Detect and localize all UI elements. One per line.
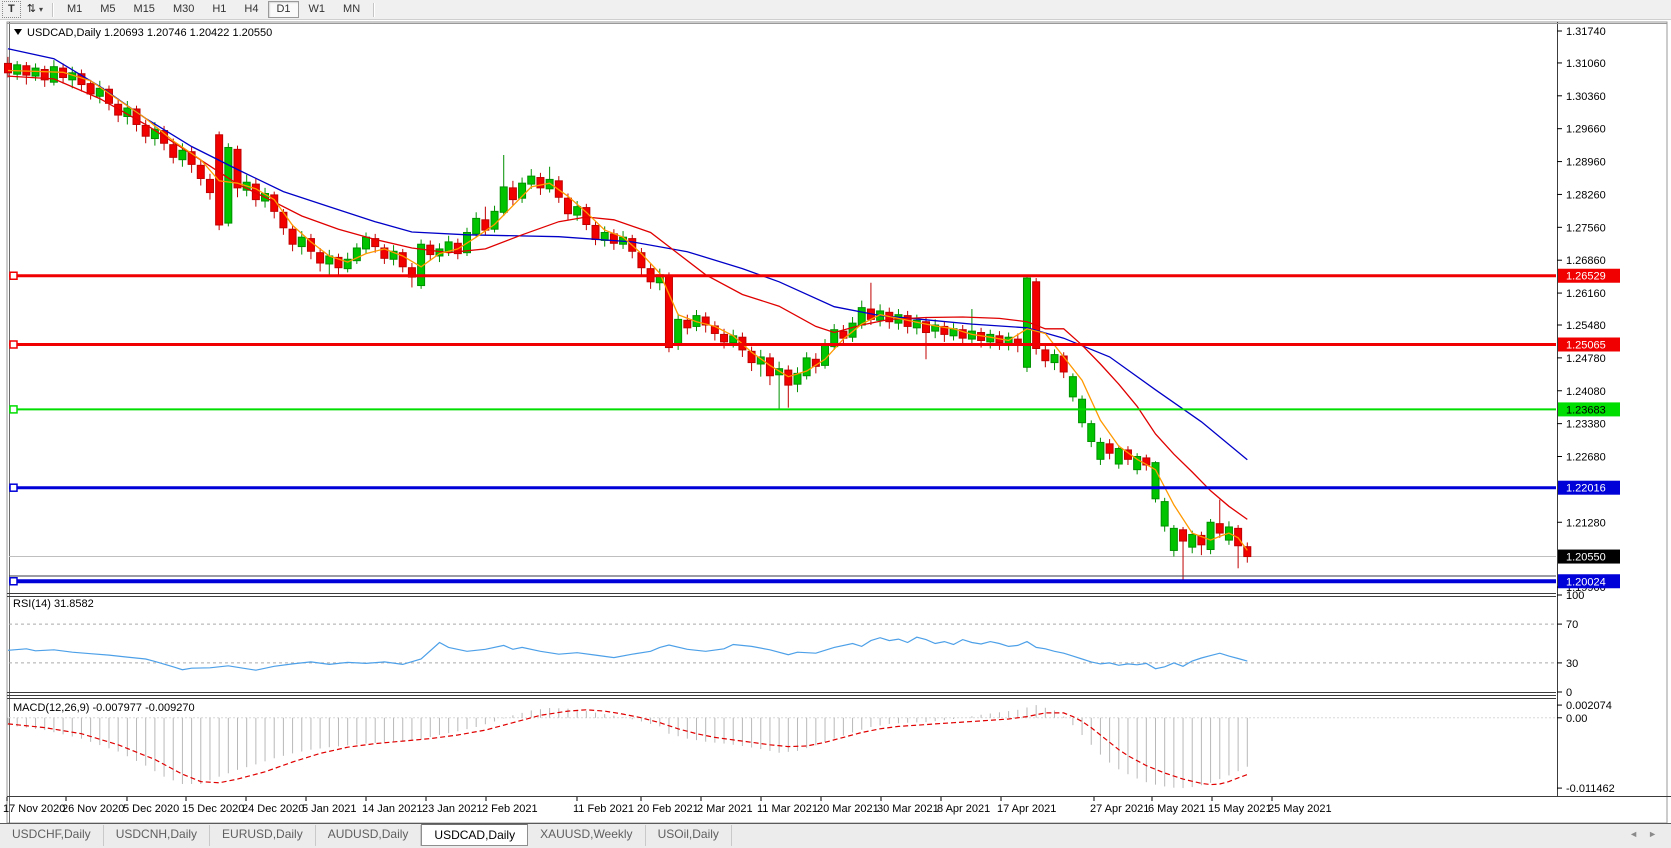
macd-label: MACD(12,26,9) -0.007977 -0.009270 (13, 702, 195, 714)
tabs-scroll-right-icon[interactable]: ► (1648, 829, 1667, 839)
date-tick: 11 Mar 2021 (757, 803, 818, 815)
date-tick: 26 Nov 2020 (62, 803, 124, 815)
price-tick: 1.28960 (1566, 157, 1606, 169)
date-tick: 2 Feb 2021 (482, 803, 538, 815)
text-tool-button[interactable]: T (2, 1, 21, 18)
price-tick: 1.23380 (1566, 419, 1606, 431)
tabs-scroll-left-icon[interactable]: ◄ (1629, 829, 1648, 839)
price-label: 1.22016 (1566, 483, 1606, 495)
date-tick: 17 Apr 2021 (997, 803, 1056, 815)
price-tick: 1.26860 (1566, 255, 1606, 267)
price-label: 1.25065 (1566, 339, 1606, 351)
arrange-charts-button[interactable]: ⇅ ▾ (23, 1, 47, 18)
price-tick: 1.22680 (1566, 452, 1606, 464)
top-toolbar: T ⇅ ▾ M1 M5 M15 M30 H1 H4 D1 W1 MN (0, 0, 1671, 20)
tab-usdcad-daily[interactable]: USDCAD,Daily (421, 824, 529, 846)
timeframe-button-m1[interactable]: M1 (59, 1, 90, 18)
toolbar-separator (51, 2, 54, 17)
date-tick: 6 May 2021 (1148, 803, 1205, 815)
price-tick: 1.29660 (1566, 124, 1606, 136)
price-label: 1.20024 (1566, 576, 1606, 588)
price-tick: 1.26160 (1566, 288, 1606, 300)
chart-ohlc-title: USDCAD,Daily 1.20693 1.20746 1.20422 1.2… (27, 27, 272, 39)
date-tick: 30 Mar 2021 (877, 803, 939, 815)
timeframe-button-w1[interactable]: W1 (301, 1, 334, 18)
date-tick: 5 Jan 2021 (302, 803, 356, 815)
date-tick: 24 Dec 2020 (242, 803, 304, 815)
price-tick: 1.25480 (1566, 320, 1606, 332)
date-tick: 8 Apr 2021 (937, 803, 990, 815)
price-tick: 1.31740 (1566, 26, 1606, 38)
tab-usoil-daily[interactable]: USOil,Daily (646, 825, 732, 846)
price-tick: 1.21280 (1566, 517, 1606, 529)
rsi-label: RSI(14) 31.8582 (13, 598, 94, 610)
date-tick: 14 Jan 2021 (362, 803, 423, 815)
tab-xauusd-weekly[interactable]: XAUUSD,Weekly (528, 825, 646, 846)
tab-usdcnh-daily[interactable]: USDCNH,Daily (104, 825, 211, 846)
date-tick: 23 Jan 2021 (422, 803, 483, 815)
timeframe-button-m30[interactable]: M30 (165, 1, 202, 18)
price-tick: 1.24780 (1566, 353, 1606, 365)
toolbar-separator (373, 2, 376, 17)
macd-tick: -0.011462 (1566, 783, 1615, 795)
rsi-tick: 0 (1566, 687, 1572, 699)
timeframe-button-d1[interactable]: D1 (268, 1, 299, 18)
date-tick: 20 Mar 2021 (817, 803, 879, 815)
chart-frame (6, 21, 1668, 823)
timeframe-button-h1[interactable]: H1 (204, 1, 234, 18)
price-label: 1.20550 (1566, 552, 1606, 564)
date-tick: 27 Apr 2021 (1090, 803, 1149, 815)
price-tick: 1.30360 (1566, 91, 1606, 103)
date-tick: 2 Mar 2021 (697, 803, 753, 815)
macd-tick: 0.00 (1566, 713, 1587, 725)
rsi-tick: 100 (1566, 590, 1584, 602)
timeframe-button-mn[interactable]: MN (335, 1, 368, 18)
chevron-down-icon: ▾ (38, 5, 43, 14)
timeframe-button-m15[interactable]: M15 (126, 1, 163, 18)
chart-window: 1.31740 1.31060 1.30360 1.29660 1.28960 1.282… (0, 20, 1671, 823)
rsi-tick: 30 (1566, 658, 1578, 670)
tab-audusd-daily[interactable]: AUDUSD,Daily (316, 825, 422, 846)
chart-tab-bar: USDCHF,Daily USDCNH,Daily EURUSD,Daily AUDU… (0, 823, 1671, 848)
date-tick: 11 Feb 2021 (573, 803, 634, 815)
price-tick: 1.28260 (1566, 189, 1606, 201)
timeframe-button-h4[interactable]: H4 (236, 1, 266, 18)
date-tick: 15 Dec 2020 (182, 803, 244, 815)
price-tick: 1.31060 (1566, 58, 1606, 70)
price-label: 1.23683 (1566, 404, 1606, 416)
date-tick: 15 May 2021 (1208, 803, 1272, 815)
chart-canvas[interactable]: 1.31740 1.31060 1.30360 1.29660 1.28960 1.282… (0, 20, 1671, 823)
date-tick: 17 Nov 2020 (3, 803, 65, 815)
date-tick: 20 Feb 2021 (637, 803, 699, 815)
price-tick: 1.27560 (1566, 222, 1606, 234)
tab-eurusd-daily[interactable]: EURUSD,Daily (210, 825, 316, 846)
rsi-tick: 70 (1566, 619, 1578, 631)
timeframe-button-m5[interactable]: M5 (92, 1, 123, 18)
macd-tick: 0.002074 (1566, 700, 1612, 712)
arrange-icon: ⇅ (26, 3, 36, 15)
date-tick: 5 Dec 2020 (123, 803, 179, 815)
price-label: 1.26529 (1566, 271, 1606, 283)
date-tick: 25 May 2021 (1268, 803, 1332, 815)
price-tick: 1.24080 (1566, 386, 1606, 398)
tab-usdchf-daily[interactable]: USDCHF,Daily (0, 825, 104, 846)
